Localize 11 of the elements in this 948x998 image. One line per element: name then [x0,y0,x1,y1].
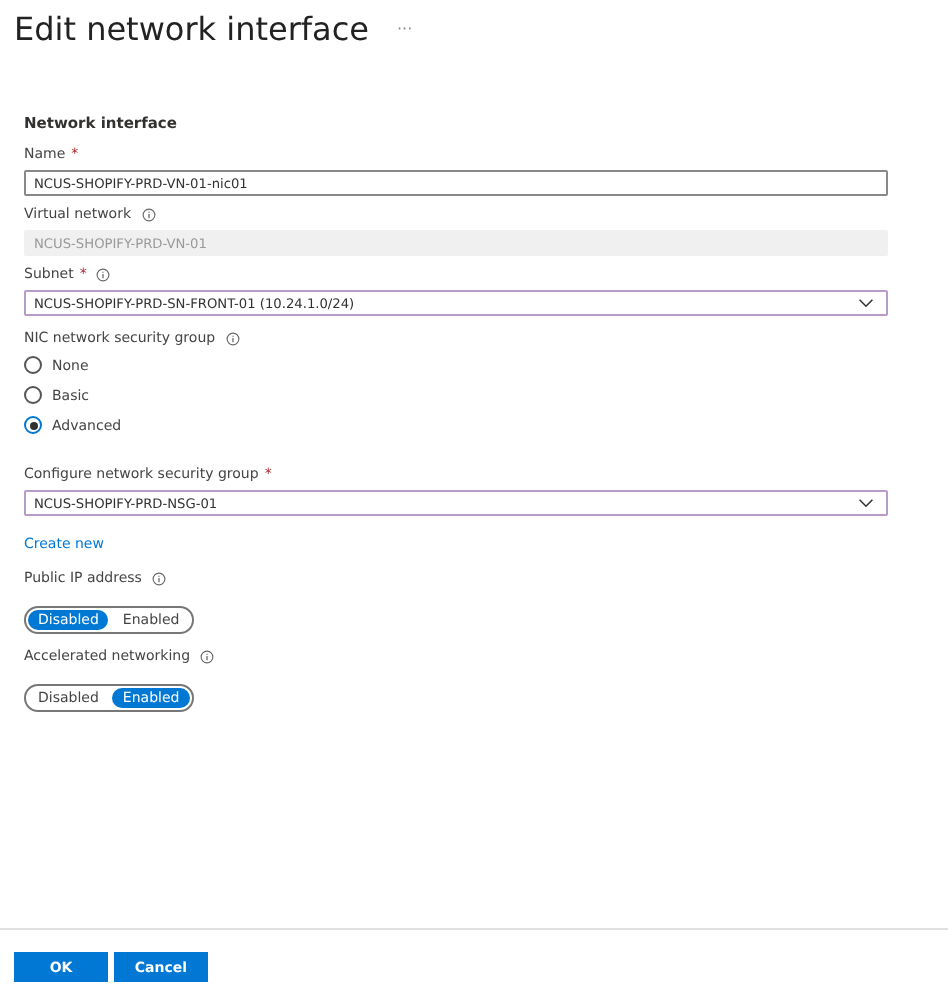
radio-button[interactable] [24,386,42,404]
page-title: Edit network interface [14,9,369,47]
radio-button[interactable] [24,416,42,434]
info-icon[interactable] [96,267,111,281]
info-icon[interactable] [200,649,215,663]
chevron-down-icon [858,498,874,508]
info-icon[interactable] [225,331,240,345]
more-options-button[interactable]: ··· [397,19,413,37]
chevron-down-icon [858,298,874,308]
info-icon[interactable] [151,571,166,585]
radio-button[interactable] [24,356,42,374]
